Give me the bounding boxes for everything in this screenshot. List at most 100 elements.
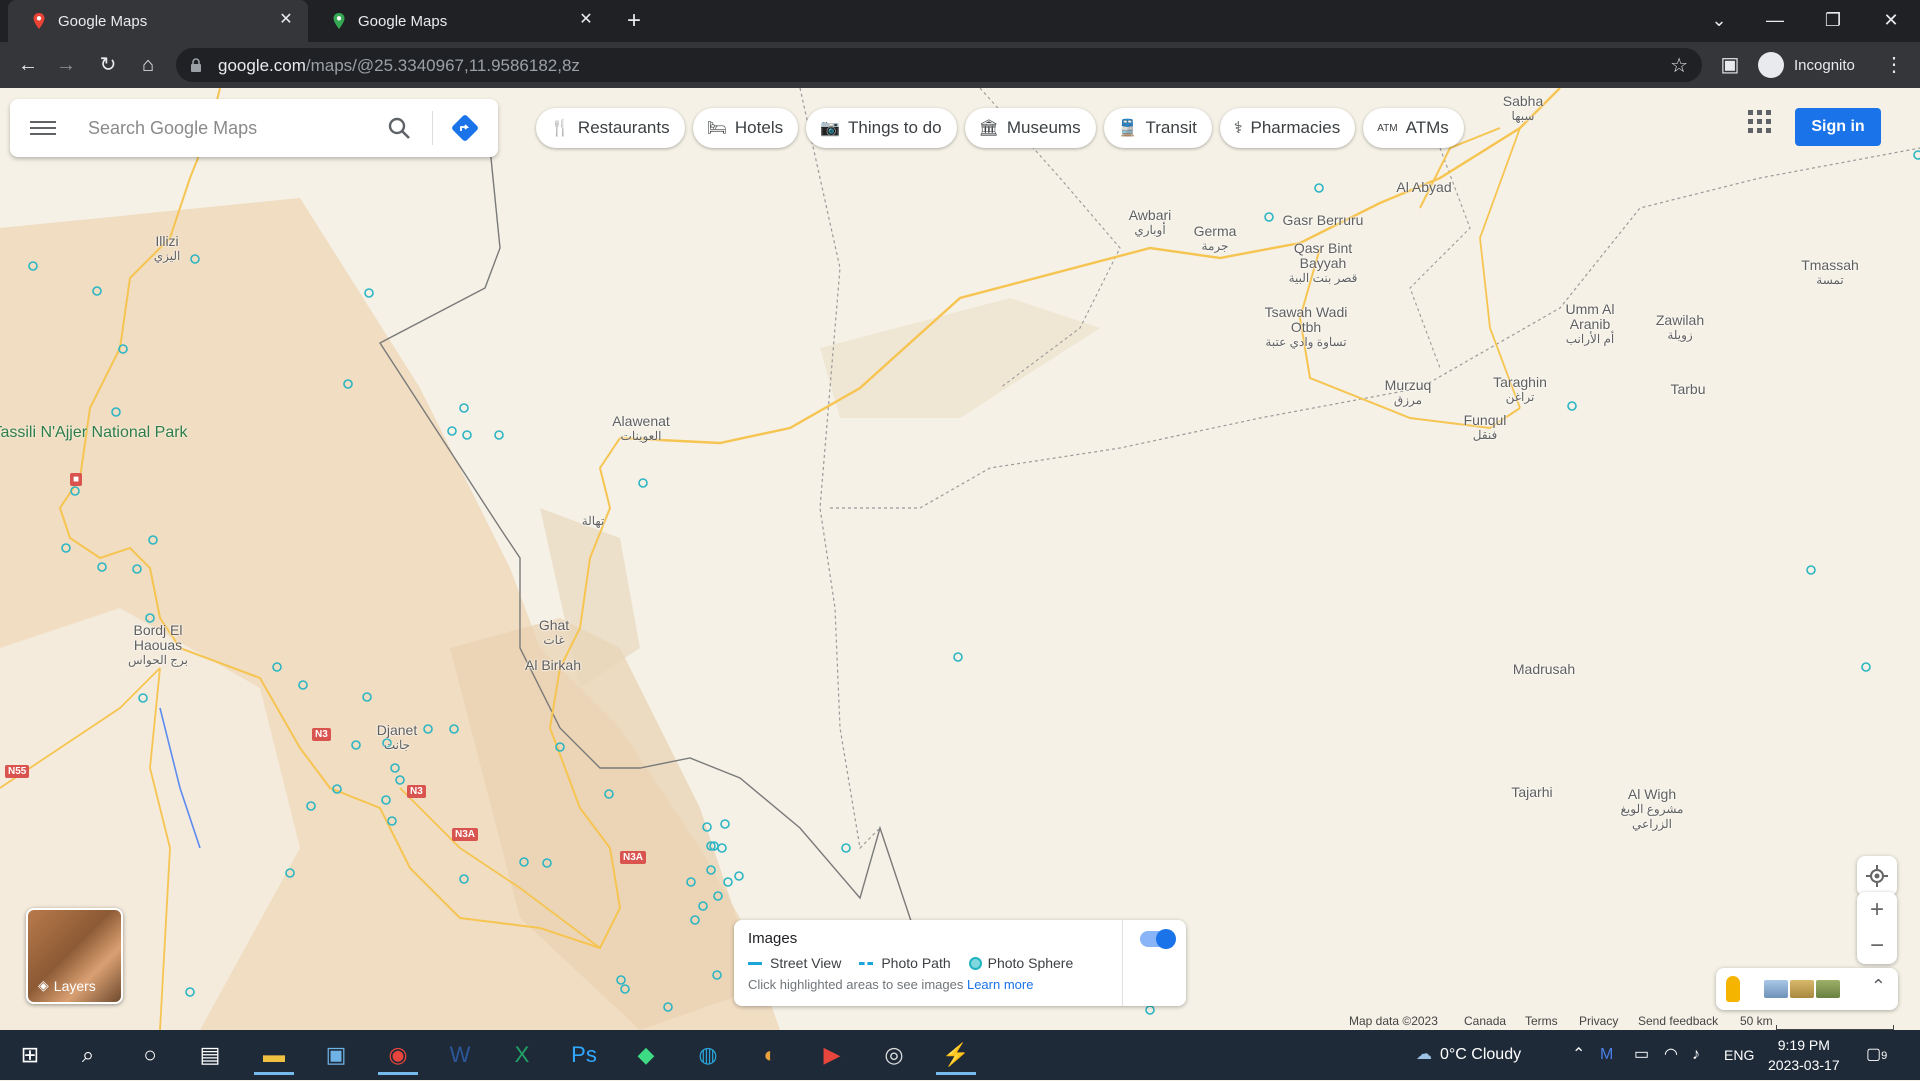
imagery-thumbnail[interactable] xyxy=(1764,980,1788,998)
photo-sphere-markers[interactable] xyxy=(0,88,1920,1030)
browser-tab[interactable]: Google Maps ✕ xyxy=(8,0,308,42)
flash-app-icon[interactable]: ⚡ xyxy=(936,1035,976,1075)
layers-button[interactable]: ◈ Layers xyxy=(26,908,123,1004)
chip-hotels[interactable]: 🛏 Hotels xyxy=(692,108,799,148)
place-label[interactable]: Tarbu xyxy=(1670,382,1705,397)
chrome-icon[interactable]: ◉ xyxy=(378,1035,418,1075)
app-icon[interactable]: ◐ xyxy=(750,1035,790,1075)
place-label[interactable]: Zawilah زويلة xyxy=(1656,313,1704,343)
place-label[interactable]: Madrusah xyxy=(1513,662,1575,677)
chevron-up-icon[interactable]: ⌃ xyxy=(1572,1030,1585,1080)
place-label[interactable]: Tmassah تمسة xyxy=(1801,258,1859,288)
bookmark-star-icon[interactable]: ☆ xyxy=(1670,53,1688,78)
malwarebytes-icon[interactable]: M xyxy=(1600,1030,1613,1080)
chip-atms[interactable]: ATM ATMs xyxy=(1363,108,1464,148)
chip-restaurants[interactable]: 🍴 Restaurants xyxy=(536,108,685,148)
back-icon[interactable]: ← xyxy=(14,51,42,79)
control-panel-icon[interactable]: ▣ xyxy=(316,1035,356,1075)
park-label[interactable]: Tassili N'Ajjer National Park xyxy=(0,424,188,442)
sign-in-button[interactable]: Sign in xyxy=(1795,108,1881,146)
home-icon[interactable]: ⌂ xyxy=(134,51,162,79)
forward-icon[interactable]: → xyxy=(52,51,80,79)
restore-button[interactable]: ❐ xyxy=(1808,0,1858,42)
place-label[interactable]: Murzuq مرزق xyxy=(1385,378,1432,408)
place-label[interactable]: Ghat غات xyxy=(539,618,569,648)
place-label[interactable]: Germa جرمة xyxy=(1194,224,1237,254)
side-panel-icon[interactable]: ▣ xyxy=(1716,51,1744,79)
chip-pharmacies[interactable]: ⚕ Pharmacies xyxy=(1219,108,1356,148)
reload-icon[interactable]: ↻ xyxy=(94,51,122,79)
new-tab-button[interactable]: + xyxy=(620,8,648,36)
zoom-in-button[interactable]: + xyxy=(1857,892,1897,928)
mu-app-icon[interactable]: ◍ xyxy=(688,1035,728,1075)
place-label[interactable]: Alawenat العوينات xyxy=(612,414,670,444)
incognito-indicator[interactable]: Incognito xyxy=(1758,48,1855,82)
browser-tab[interactable]: Google Maps ✕ xyxy=(308,0,608,42)
address-bar[interactable]: google.com/maps/@25.3340967,11.9586182,8… xyxy=(176,48,1702,82)
google-apps-icon[interactable] xyxy=(1748,108,1772,133)
imagery-thumbnail[interactable] xyxy=(1790,980,1814,998)
file-explorer-icon[interactable]: ▬ xyxy=(254,1035,294,1075)
windows-start-icon[interactable]: ⊞ xyxy=(10,1035,50,1075)
place-label[interactable]: Qasr Bint Bayyah قصر بنت البية xyxy=(1278,241,1368,286)
android-icon[interactable]: ◆ xyxy=(626,1035,666,1075)
place-label[interactable]: Awbari أوباري xyxy=(1129,208,1172,238)
privacy-link[interactable]: Privacy xyxy=(1579,1014,1618,1028)
map-canvas[interactable]: Tassili N'Ajjer National Park Sabha سبها … xyxy=(0,88,1920,1030)
volume-icon[interactable]: ♪ xyxy=(1692,1030,1700,1080)
photoshop-icon[interactable]: Ps xyxy=(564,1035,604,1075)
task-view-icon[interactable]: ▤ xyxy=(190,1035,230,1075)
chip-museums[interactable]: 🏛 Museums xyxy=(964,108,1096,148)
clock[interactable]: 9:19 PM 2023-03-17 xyxy=(1768,1035,1840,1075)
place-label[interactable]: Gasr Berruru xyxy=(1283,213,1364,228)
chip-transit[interactable]: 🚆 Transit xyxy=(1103,108,1212,148)
place-label[interactable]: Bordj El Haouas برج الحواس xyxy=(113,623,203,668)
road-shield: N3 xyxy=(407,785,426,798)
my-location-button[interactable] xyxy=(1857,856,1897,896)
close-tab-icon[interactable]: ✕ xyxy=(576,10,596,30)
place-label[interactable]: Tajarhi xyxy=(1511,785,1552,800)
language-indicator[interactable]: ENG xyxy=(1724,1030,1754,1080)
more-menu-icon[interactable]: ⋮ xyxy=(1880,51,1908,79)
close-window-button[interactable]: ✕ xyxy=(1866,0,1916,42)
minimize-button[interactable]: — xyxy=(1750,0,1800,42)
place-label[interactable]: Umm Al Aranib أم الأرانب xyxy=(1550,302,1630,347)
tab-search-icon[interactable]: ⌄ xyxy=(1694,0,1744,42)
imagery-thumbnail[interactable] xyxy=(1816,980,1840,998)
country-link[interactable]: Canada xyxy=(1464,1014,1506,1028)
cortana-icon[interactable]: ○ xyxy=(130,1035,170,1075)
excel-icon[interactable]: X xyxy=(502,1035,542,1075)
place-label[interactable]: Al Birkah xyxy=(525,658,581,673)
place-label[interactable]: Sabha سبها xyxy=(1503,94,1543,124)
images-layer-toggle[interactable] xyxy=(1140,929,1176,949)
menu-icon[interactable] xyxy=(30,117,56,139)
weather-widget[interactable]: ☁ 0°C Cloudy xyxy=(1416,1030,1521,1080)
place-label[interactable]: Djanet جانت xyxy=(377,723,417,753)
send-feedback-link[interactable]: Send feedback xyxy=(1638,1014,1718,1028)
search-icon[interactable] xyxy=(386,115,412,141)
word-icon[interactable]: W xyxy=(440,1035,480,1075)
wifi-icon[interactable]: ◠ xyxy=(1664,1030,1678,1080)
directions-icon[interactable] xyxy=(450,113,480,143)
notification-icon[interactable]: ▢9 xyxy=(1866,1030,1887,1080)
search-icon[interactable]: ⌕ xyxy=(68,1035,108,1075)
place-label[interactable]: تهالة xyxy=(582,514,605,529)
close-tab-icon[interactable]: ✕ xyxy=(276,10,296,30)
place-label[interactable]: Illizi اليزي xyxy=(154,234,181,264)
place-label[interactable]: Tsawah Wadi Otbh تساوة وادي عتبة xyxy=(1261,305,1351,350)
chip-things-to-do[interactable]: 📷 Things to do xyxy=(806,108,957,148)
media-app-icon[interactable]: ◎ xyxy=(874,1035,914,1075)
place-label[interactable]: Al Wigh مشروع الويغ الزراعي xyxy=(1607,787,1697,832)
place-label[interactable]: Funqul فنقل xyxy=(1464,413,1507,443)
pegman-icon[interactable] xyxy=(1726,976,1740,1002)
scale-label[interactable]: 50 km xyxy=(1740,1014,1773,1028)
battery-icon[interactable]: ▭ xyxy=(1634,1030,1649,1080)
search-input[interactable] xyxy=(88,114,378,142)
chevron-up-icon[interactable]: ⌃ xyxy=(1871,976,1886,997)
terms-link[interactable]: Terms xyxy=(1525,1014,1558,1028)
place-label[interactable]: Taraghin تراغن xyxy=(1493,375,1547,405)
place-label[interactable]: Al Abyad xyxy=(1396,180,1451,195)
video-app-icon[interactable]: ▶ xyxy=(812,1035,852,1075)
zoom-out-button[interactable]: − xyxy=(1857,928,1897,964)
learn-more-link[interactable]: Learn more xyxy=(967,977,1033,992)
